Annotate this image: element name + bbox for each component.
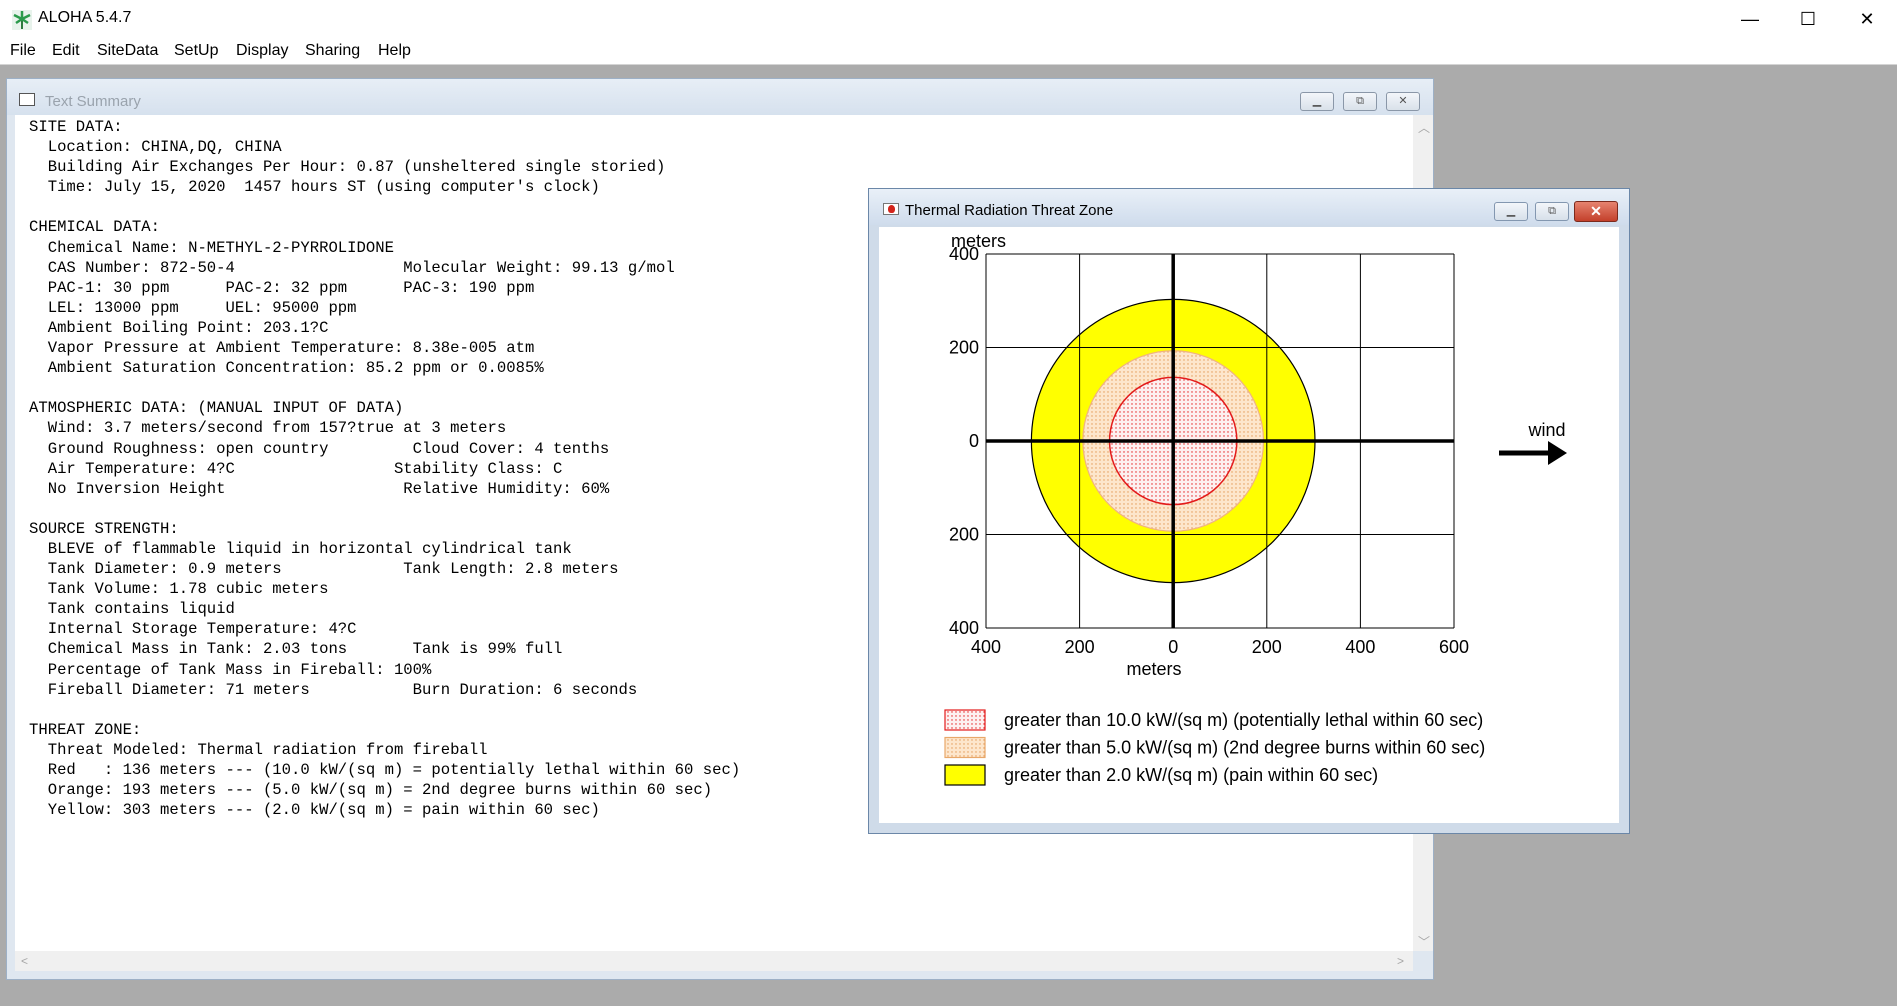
text-summary-restore-button[interactable]: ⧉	[1343, 92, 1377, 111]
threat-zone-close-button[interactable]: ✕	[1574, 201, 1618, 222]
summary-line	[29, 700, 740, 720]
summary-line: Building Air Exchanges Per Hour: 0.87 (u…	[29, 158, 666, 177]
summary-line: BLEVE of flammable liquid in horizontal …	[29, 539, 572, 558]
summary-line: Threat Modeled: Thermal radiation from f…	[29, 740, 488, 759]
summary-line: Ground Roughness: open country Cloud Cov…	[29, 439, 610, 458]
menu-edit[interactable]: Edit	[52, 42, 80, 60]
summary-line: Tank Volume: 1.78 cubic meters	[29, 580, 329, 599]
summary-line: Vapor Pressure at Ambient Temperature: 8…	[29, 339, 535, 358]
menu-file[interactable]: File	[10, 42, 36, 60]
threat-zone-restore-button[interactable]: ⧉	[1535, 202, 1569, 221]
summary-line: Time: July 15, 2020 1457 hours ST (using…	[29, 178, 600, 197]
summary-line: ATMOSPHERIC DATA: (MANUAL INPUT OF DATA)	[29, 399, 404, 418]
summary-line: Red : 136 meters --- (10.0 kW/(sq m) = p…	[29, 761, 741, 779]
app-close-button[interactable]: ✕	[1838, 0, 1896, 38]
aloha-palm-icon	[12, 10, 32, 30]
x-tick-label: 200	[1252, 637, 1282, 657]
text-summary-minimize-button[interactable]: ▁	[1300, 92, 1334, 111]
legend-label: greater than 10.0 kW/(sq m) (potentially…	[1004, 710, 1483, 730]
summary-line: Location: CHINA,DQ, CHINA	[29, 138, 282, 157]
threat-zone-title: Thermal Radiation Threat Zone	[905, 202, 1114, 219]
flame-icon	[883, 203, 899, 215]
legend-label: greater than 5.0 kW/(sq m) (2nd degree b…	[1004, 738, 1485, 758]
x-axis-label: meters	[1126, 659, 1181, 679]
scroll-left-icon[interactable]: <	[21, 954, 28, 968]
y-axis-label: meters	[951, 231, 1006, 251]
y-tick-label: 0	[969, 431, 979, 451]
summary-line: Chemical Name: N-METHYL-2-PYRROLIDONE	[29, 238, 394, 257]
threat-zone-minimize-button[interactable]: ▁	[1494, 202, 1528, 221]
text-window-icon	[19, 93, 35, 106]
y-tick-label: 200	[949, 338, 979, 358]
summary-line: LEL: 13000 ppm UEL: 95000 ppm	[29, 298, 357, 317]
x-tick-label: 200	[1065, 637, 1095, 657]
summary-line: Chemical Mass in Tank: 2.03 tons Tank is…	[29, 640, 563, 659]
summary-line: Tank Diameter: 0.9 meters Tank Length: 2…	[29, 560, 619, 579]
scroll-down-icon[interactable]: ﹀	[1418, 933, 1430, 950]
summary-line: SITE DATA:	[29, 118, 123, 136]
summary-line	[29, 499, 740, 519]
summary-line: No Inversion Height Relative Humidity: 6…	[29, 479, 610, 498]
threat-zone-window: Thermal Radiation Threat Zone ▁ ⧉ ✕ 400 2…	[868, 188, 1630, 834]
x-tick-label: 600	[1439, 637, 1469, 657]
summary-line: THREAT ZONE:	[29, 720, 142, 739]
horizontal-scrollbar[interactable]: < >	[15, 951, 1413, 971]
summary-line: Percentage of Tank Mass in Fireball: 100…	[29, 660, 432, 679]
app-minimize-button[interactable]: —	[1721, 0, 1779, 38]
text-summary-title: Text Summary	[45, 93, 141, 110]
legend-swatch	[944, 709, 986, 731]
menu-bar: File Edit SiteData SetUp Display Sharing…	[0, 38, 1897, 65]
summary-line: Wind: 3.7 meters/second from 157?true at…	[29, 419, 507, 438]
scroll-up-icon[interactable]: ︿	[1418, 119, 1430, 136]
summary-line: Tank contains liquid	[29, 600, 235, 619]
summary-line: Air Temperature: 4?C Stability Class: C	[29, 459, 563, 478]
menu-display[interactable]: Display	[236, 42, 288, 60]
y-tick-label: 200	[949, 525, 979, 545]
app-title: ALOHA 5.4.7	[38, 9, 132, 26]
wind-label: wind	[1527, 420, 1565, 440]
x-tick-label: 400	[971, 637, 1001, 657]
app-titlebar: ALOHA 5.4.7 — ☐ ✕	[0, 0, 1897, 38]
threat-zone-plot-area: 400 200 0 200 400 600 400 200 0 200 400 meters met…	[879, 227, 1619, 823]
legend-swatch	[944, 736, 986, 759]
summary-line: CAS Number: 872-50-4 Molecular Weight: 9…	[29, 258, 675, 277]
app-maximize-button[interactable]: ☐	[1779, 0, 1837, 38]
summary-line	[29, 197, 740, 217]
summary-line: SOURCE STRENGTH:	[29, 519, 179, 538]
legend-label: greater than 2.0 kW/(sq m) (pain within …	[1004, 765, 1378, 785]
text-summary-titlebar[interactable]: Text Summary ▁ ⧉ ✕	[7, 79, 1433, 115]
scroll-right-icon[interactable]: >	[1397, 954, 1404, 968]
menu-sitedata[interactable]: SiteData	[97, 42, 158, 60]
summary-line: Ambient Saturation Concentration: 85.2 p…	[29, 359, 544, 378]
menu-help[interactable]: Help	[378, 42, 411, 60]
menu-sharing[interactable]: Sharing	[305, 42, 360, 60]
menu-setup[interactable]: SetUp	[174, 42, 218, 60]
x-tick-label: 0	[1168, 637, 1178, 657]
text-summary-close-button[interactable]: ✕	[1386, 92, 1420, 111]
summary-line: PAC-1: 30 ppm PAC-2: 32 ppm PAC-3: 190 p…	[29, 278, 535, 297]
summary-line: Ambient Boiling Point: 203.1?C	[29, 318, 329, 337]
summary-line: Orange: 193 meters --- (5.0 kW/(sq m) = …	[29, 781, 713, 800]
y-tick-label: 400	[949, 618, 979, 638]
wind-arrow-icon	[1499, 441, 1567, 465]
threat-zone-titlebar[interactable]: Thermal Radiation Threat Zone ▁ ⧉ ✕	[869, 189, 1629, 225]
text-summary-body: SITE DATA: Location: CHINA,DQ, CHINA Bui…	[29, 117, 740, 820]
summary-line: Yellow: 303 meters --- (2.0 kW/(sq m) = …	[29, 801, 600, 820]
summary-line	[29, 378, 740, 398]
summary-line: CHEMICAL DATA:	[29, 218, 161, 237]
x-tick-label: 400	[1345, 637, 1375, 657]
summary-line: Internal Storage Temperature: 4?C	[29, 620, 357, 639]
legend-swatch	[944, 764, 986, 786]
threat-zone-plot: 400 200 0 200 400 6004002000200400 meters met…	[944, 231, 1567, 786]
summary-line: Fireball Diameter: 71 meters Burn Durati…	[29, 680, 638, 699]
